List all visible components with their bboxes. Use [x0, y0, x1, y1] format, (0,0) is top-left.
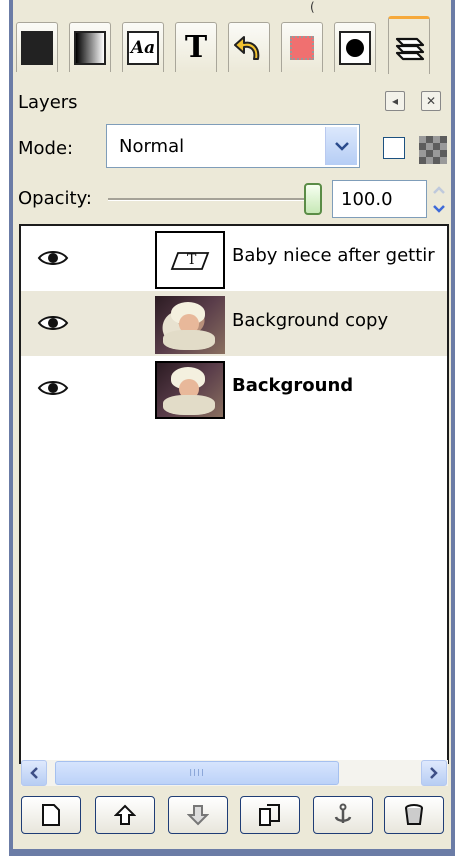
layer-row[interactable]: T Baby niece after gettir: [21, 226, 447, 291]
panel-title: Layers: [18, 92, 78, 113]
opacity-slider-thumb[interactable]: [304, 183, 322, 215]
tab-text[interactable]: T: [175, 22, 217, 72]
scrollbar-grip: IIII: [189, 767, 205, 779]
arrow-up-icon: [433, 185, 445, 194]
tab-channels[interactable]: [281, 22, 323, 72]
scroll-right-button[interactable]: [421, 760, 447, 786]
duplicate-layer-button[interactable]: [240, 796, 300, 834]
close-tab-button[interactable]: ✕: [421, 91, 441, 111]
scrollbar-thumb[interactable]: IIII: [55, 761, 339, 785]
window-border-right: [451, 0, 455, 856]
spin-up-button[interactable]: [428, 180, 450, 199]
tab-fonts[interactable]: Aa: [122, 22, 164, 72]
layer-thumbnail: [155, 361, 225, 419]
raise-layer-button[interactable]: [95, 796, 155, 834]
new-layer-icon: [42, 804, 60, 826]
layers-list[interactable]: T Baby niece after gettir Background cop…: [19, 224, 449, 764]
opacity-label: Opacity:: [18, 188, 92, 209]
menu-arrow-icon: ◂: [391, 94, 399, 108]
mode-select[interactable]: Normal: [106, 124, 360, 168]
tab-palettes[interactable]: [16, 22, 58, 72]
text-layer-icon: T: [170, 252, 210, 270]
anchor-layer-button[interactable]: [313, 796, 373, 834]
layers-icon: [395, 37, 425, 60]
fonts-icon: Aa: [127, 30, 159, 65]
arrow-down-icon: [433, 204, 445, 213]
layer-row-selected[interactable]: Background copy: [21, 291, 447, 356]
mode-label: Mode:: [18, 138, 74, 159]
tab-menu-button[interactable]: ◂: [385, 91, 405, 111]
eye-icon[interactable]: [37, 247, 69, 269]
lower-layer-button[interactable]: [168, 796, 228, 834]
close-icon: ✕: [425, 94, 437, 108]
chevron-down-icon: [334, 142, 349, 151]
dock-tab-strip: Aa T: [13, 14, 451, 78]
spin-down-button[interactable]: [428, 199, 450, 218]
opacity-slider-track[interactable]: [108, 198, 312, 201]
layer-name: Background copy: [232, 310, 389, 331]
window-border-bottom: [9, 849, 455, 856]
arrow-right-icon: [430, 767, 438, 779]
mode-value: Normal: [119, 136, 185, 157]
tab-layers[interactable]: [388, 16, 430, 74]
window-border-left: [9, 0, 13, 856]
layer-name: Background: [232, 375, 354, 396]
paths-icon: [339, 30, 371, 65]
gradient-icon: [74, 30, 106, 65]
svg-text:T: T: [187, 252, 197, 268]
opacity-spin-buttons: [428, 180, 450, 218]
eye-icon[interactable]: [37, 312, 69, 334]
layer-name: Baby niece after gettir: [232, 245, 435, 266]
tab-paths[interactable]: [334, 22, 376, 72]
duplicate-layer-icon: [259, 804, 280, 826]
layer-thumbnail: [155, 296, 225, 354]
window-title-fragment: (: [310, 0, 315, 14]
tab-gradients[interactable]: [69, 22, 111, 72]
undo-history-icon: [234, 35, 260, 60]
lock-alpha-checkbox[interactable]: [383, 137, 405, 159]
lower-layer-icon: [187, 805, 209, 826]
delete-layer-button[interactable]: [384, 796, 444, 834]
lock-alpha-icon: [419, 136, 447, 164]
scroll-left-button[interactable]: [21, 760, 47, 786]
eye-icon[interactable]: [37, 377, 69, 399]
horizontal-scrollbar[interactable]: IIII: [21, 760, 448, 786]
tab-undo-history[interactable]: [228, 22, 270, 72]
raise-layer-icon: [114, 804, 136, 825]
opacity-spinbox[interactable]: 100.0: [332, 180, 427, 218]
arrow-left-icon: [30, 767, 38, 779]
layer-thumbnail: T: [155, 231, 225, 289]
layer-row[interactable]: Background: [21, 356, 447, 421]
palette-grid-icon: [21, 30, 53, 65]
text-tool-icon: T: [184, 30, 208, 65]
delete-layer-icon: [405, 804, 423, 825]
opacity-value: 100.0: [341, 189, 393, 210]
channels-icon: [290, 35, 314, 60]
anchor-layer-icon: [334, 803, 352, 823]
mode-dropdown-button[interactable]: [325, 127, 357, 165]
new-layer-button[interactable]: [21, 796, 81, 834]
